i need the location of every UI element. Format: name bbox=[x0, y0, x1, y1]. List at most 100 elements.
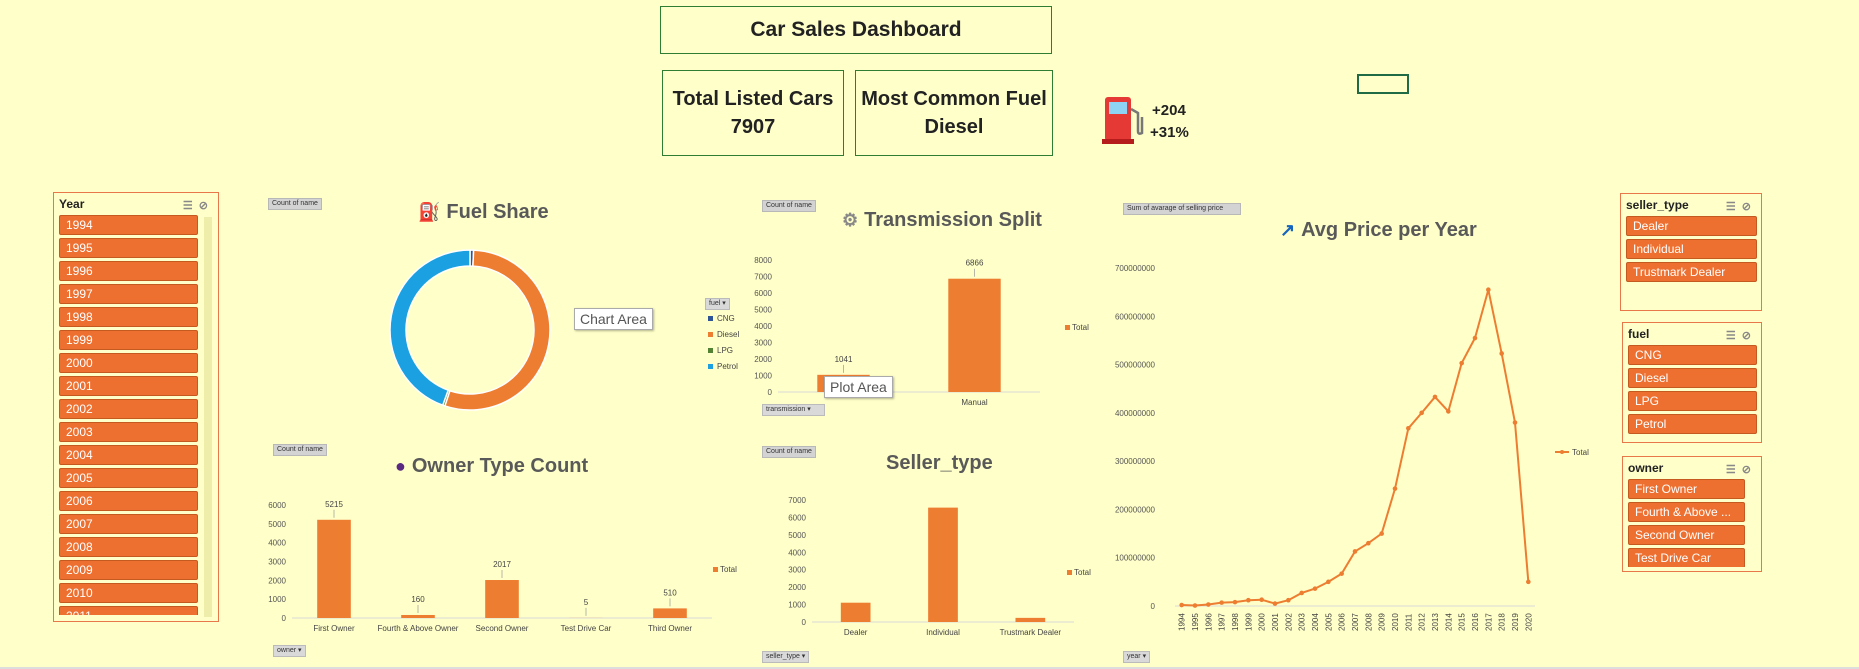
clear-filter-icon[interactable]: ⊘ bbox=[1742, 464, 1757, 476]
tooltip-plot-area: Plot Area bbox=[824, 376, 893, 398]
bar-first-owner bbox=[317, 519, 351, 618]
slicer-scrollbar[interactable] bbox=[204, 217, 212, 617]
slicer-item[interactable]: 2006 bbox=[59, 491, 198, 511]
y-tick-label: 6000 bbox=[754, 289, 772, 298]
field-chip-count-of-name[interactable]: Count of name bbox=[762, 200, 816, 212]
chart-transmission[interactable]: 0 1000 2000 3000 4000 5000 6000 7000 8000 1041 Man… bbox=[740, 250, 1089, 410]
multi-select-icon[interactable]: ☰ bbox=[1726, 330, 1742, 342]
slicer-item[interactable]: 1996 bbox=[59, 261, 198, 281]
chart-title-seller-type: Seller_type bbox=[886, 452, 993, 475]
multi-select-icon[interactable]: ☰ bbox=[1726, 201, 1742, 213]
slicer-item[interactable]: Diesel bbox=[1628, 368, 1757, 388]
slicer-year: Year ☰⊘ 1994 1995 1996 1997 1998 1999 2000 2001… bbox=[53, 192, 219, 622]
data-point bbox=[1432, 394, 1438, 400]
slicer-item[interactable]: 1999 bbox=[59, 330, 198, 350]
chart-seller-type[interactable]: 0 1000 2000 3000 4000 5000 6000 7000 Dealer Indiv… bbox=[762, 490, 1091, 640]
data-point bbox=[1446, 409, 1451, 414]
field-chip-count-of-name[interactable]: Count of name bbox=[762, 446, 816, 458]
legend-label: Total bbox=[1072, 323, 1089, 332]
kpi-total-label: Total Listed Cars bbox=[672, 88, 834, 110]
y-tick-label: 0 bbox=[768, 388, 773, 397]
data-point bbox=[1219, 600, 1224, 605]
y-tick-label: 5000 bbox=[268, 520, 286, 529]
data-point bbox=[1232, 599, 1238, 605]
slicer-owner-title: owner bbox=[1628, 461, 1664, 475]
multi-select-icon[interactable]: ☰ bbox=[1726, 464, 1742, 476]
x-tick-label: 2002 bbox=[1284, 613, 1293, 631]
slicer-item[interactable]: CNG bbox=[1628, 345, 1757, 365]
selected-cell[interactable] bbox=[1357, 74, 1409, 94]
slicer-item[interactable]: Second Owner bbox=[1628, 525, 1745, 545]
slicer-item[interactable]: Petrol bbox=[1628, 414, 1757, 434]
data-point bbox=[1406, 426, 1411, 431]
legend-item: Diesel bbox=[708, 327, 739, 343]
slicer-item[interactable]: 2003 bbox=[59, 422, 198, 442]
y-tick-label: 100000000 bbox=[1115, 554, 1156, 563]
data-point bbox=[1379, 531, 1384, 536]
clear-filter-icon[interactable]: ⊘ bbox=[1742, 330, 1757, 342]
slicer-owner-items: First Owner Fourth & Above ... Second Owne… bbox=[1623, 479, 1749, 567]
y-tick-label: 300000000 bbox=[1115, 457, 1156, 466]
legend-swatch bbox=[708, 348, 713, 354]
legend-swatch bbox=[708, 316, 713, 322]
slicer-item[interactable]: Trustmark Dealer bbox=[1626, 262, 1757, 282]
data-point bbox=[1472, 335, 1478, 341]
slicer-item[interactable]: 1997 bbox=[59, 284, 198, 304]
x-tick-label: 2003 bbox=[1298, 613, 1307, 631]
slicer-item[interactable]: Individual bbox=[1626, 239, 1757, 259]
field-chip-count-of-name[interactable]: Count of name bbox=[273, 444, 327, 456]
data-label: 160 bbox=[411, 595, 425, 604]
slicer-item[interactable]: Dealer bbox=[1626, 216, 1757, 236]
slicer-item[interactable]: 2005 bbox=[59, 468, 198, 488]
clear-filter-icon[interactable]: ⊘ bbox=[199, 200, 214, 212]
bar-second-owner bbox=[485, 580, 519, 618]
y-tick-label: 7000 bbox=[754, 273, 772, 282]
slicer-item[interactable]: 2011 bbox=[59, 606, 198, 615]
chart-title-transmission-text: Transmission Split bbox=[864, 209, 1042, 231]
bar-trustmark-dealer bbox=[1015, 617, 1046, 622]
x-tick-label: 2008 bbox=[1364, 613, 1373, 631]
legend-item: CNG bbox=[708, 311, 739, 327]
slicer-item[interactable]: LPG bbox=[1628, 391, 1757, 411]
slicer-item[interactable]: 2001 bbox=[59, 376, 198, 396]
slicer-item[interactable]: 1998 bbox=[59, 307, 198, 327]
slicer-item[interactable]: 2007 bbox=[59, 514, 198, 534]
chart-fuel-share[interactable] bbox=[380, 240, 560, 420]
filter-button-owner[interactable]: owner ▾ bbox=[273, 645, 306, 657]
field-chip-sum-avg-price[interactable]: Sum of avarage of selling price bbox=[1123, 203, 1241, 215]
slicer-item[interactable]: 2004 bbox=[59, 445, 198, 465]
slicer-tools: ☰⊘ bbox=[1726, 325, 1757, 347]
field-chip-count-of-name[interactable]: Count of name bbox=[268, 198, 322, 210]
slicer-item[interactable]: 1994 bbox=[59, 215, 198, 235]
legend-fuel: CNG Diesel LPG Petrol bbox=[708, 311, 739, 375]
filter-button-year[interactable]: year ▾ bbox=[1123, 651, 1151, 663]
clear-filter-icon[interactable]: ⊘ bbox=[1742, 201, 1757, 213]
x-tick-label: First Owner bbox=[313, 624, 355, 633]
slicer-item[interactable]: 2009 bbox=[59, 560, 198, 580]
slicer-item[interactable]: Fourth & Above ... bbox=[1628, 502, 1745, 522]
x-tick-label: Fourth & Above Owner bbox=[378, 624, 459, 633]
x-tick-label: 2001 bbox=[1271, 613, 1280, 631]
bar-fourth-above-owner bbox=[401, 614, 435, 618]
filter-button-seller-type[interactable]: seller_type ▾ bbox=[762, 651, 810, 663]
multi-select-icon[interactable]: ☰ bbox=[183, 200, 199, 212]
slicer-item[interactable]: First Owner bbox=[1628, 479, 1745, 499]
x-tick-label: 1997 bbox=[1218, 613, 1227, 631]
filter-button-fuel[interactable]: fuel ▾ bbox=[705, 298, 730, 310]
y-tick-label: 0 bbox=[802, 618, 807, 627]
slicer-item[interactable]: Test Drive Car bbox=[1628, 548, 1745, 567]
slicer-item[interactable]: 2008 bbox=[59, 537, 198, 557]
slicer-seller-type-title: seller_type bbox=[1626, 198, 1689, 212]
slicer-item[interactable]: 2000 bbox=[59, 353, 198, 373]
slicer-item[interactable]: 2010 bbox=[59, 583, 198, 603]
slicer-item[interactable]: 1995 bbox=[59, 238, 198, 258]
y-tick-label: 1000 bbox=[788, 601, 806, 610]
slicer-tools: ☰⊘ bbox=[183, 195, 214, 217]
filter-button-owner-label: owner bbox=[277, 647, 297, 654]
chart-avg-price[interactable]: 0 100000000 200000000 300000000 400000000 500… bbox=[1115, 256, 1605, 641]
chart-title-seller-type-text: Seller_type bbox=[886, 452, 993, 474]
legend-swatch bbox=[1065, 325, 1070, 330]
slicer-item[interactable]: 2002 bbox=[59, 399, 198, 419]
chart-owner-type[interactable]: 0 1000 2000 3000 4000 5000 6000 First Owner 5215… bbox=[268, 495, 737, 640]
data-point bbox=[1352, 549, 1358, 554]
